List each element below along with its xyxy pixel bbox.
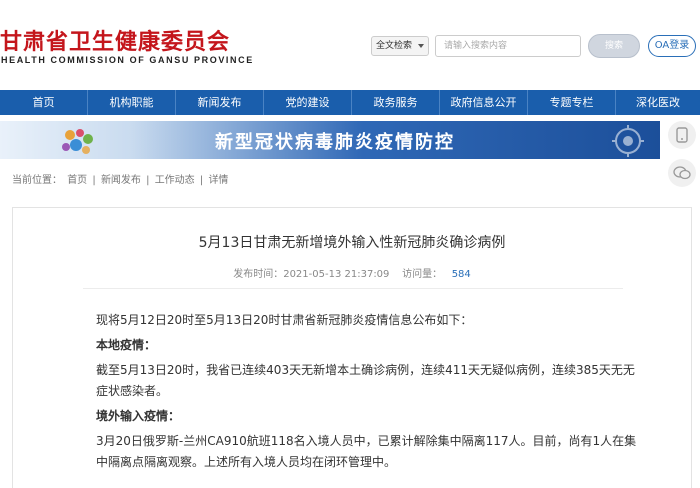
chevron-down-icon [418, 44, 424, 48]
breadcrumb-item-detail: 详情 [208, 175, 229, 186]
search-button[interactable]: 搜索 [588, 34, 640, 58]
article-body: 现将5月12日20时至5月13日20时甘肃省新冠肺炎疫情信息公布如下： 本地疫情… [84, 310, 642, 473]
site-header: 甘肃省卫生健康委员会 HEALTH COMMISSION OF GANSU PR… [0, 0, 700, 90]
nav-item-functions[interactable]: 机构职能 [88, 90, 176, 115]
nav-item-reform[interactable]: 深化医改 [616, 90, 700, 115]
site-logo-en: HEALTH COMMISSION OF GANSU PROVINCE [1, 55, 254, 65]
search-input[interactable]: 请输入搜索内容 [435, 35, 581, 57]
breadcrumb-item-home[interactable]: 首页 [67, 175, 87, 186]
site-logo-cn[interactable]: 甘肃省卫生健康委员会 [0, 24, 230, 56]
nav-item-topics[interactable]: 专题专栏 [528, 90, 616, 115]
imported-text: 3月20日俄罗斯-兰州CA910航班118名入境人员中，已累计解除集中隔离117… [96, 434, 637, 469]
breadcrumb-separator: | [199, 175, 204, 186]
virus-illustration-icon [62, 129, 93, 154]
virus-decoration-icon [612, 125, 644, 157]
nav-item-party[interactable]: 党的建设 [264, 90, 352, 115]
local-heading: 本地疫情： [96, 338, 157, 352]
wechat-icon[interactable] [668, 159, 696, 187]
article-intro: 现将5月12日20时至5月13日20时甘肃省新冠肺炎疫情信息公布如下： [96, 313, 473, 327]
local-text: 截至5月13日20时，我省已连续403天无新增本土确诊病例，连续411天无疑似病… [96, 363, 635, 398]
publish-time: 2021-05-13 21:37:09 [283, 269, 390, 280]
breadcrumb-separator: | [146, 175, 150, 186]
views-count: 584 [451, 269, 471, 280]
nav-item-gov-info[interactable]: 政府信息公开 [440, 90, 528, 115]
search-scope-select[interactable]: 全文检索 [371, 36, 429, 56]
nav-item-services[interactable]: 政务服务 [352, 90, 440, 115]
nav-item-news[interactable]: 新闻发布 [176, 90, 264, 115]
breadcrumb-item-work[interactable]: 工作动态 [155, 175, 195, 186]
publish-label: 发布时间： [233, 269, 284, 280]
side-share-bar [664, 121, 700, 197]
covid-banner[interactable]: 新型冠状病毒肺炎疫情防控 [0, 121, 660, 159]
article-meta: 发布时间：2021-05-13 21:37:09 访问量： 584 [13, 265, 691, 280]
breadcrumb: 当前位置： 首页 | 新闻发布 | 工作动态 | 详情 [12, 171, 230, 186]
search-scope-label: 全文检索 [376, 41, 413, 51]
mobile-icon[interactable] [668, 121, 696, 149]
article-title: 5月13日甘肃无新增境外输入性新冠肺炎确诊病例 [198, 235, 506, 251]
nav-item-home[interactable]: 首页 [0, 90, 88, 115]
views-label: 访问量： [402, 269, 443, 280]
article-panel: 5月13日甘肃无新增境外输入性新冠肺炎确诊病例 发布时间：2021-05-13 … [12, 207, 692, 488]
breadcrumb-separator: | [92, 175, 96, 186]
breadcrumb-prefix: 当前位置： [12, 175, 62, 186]
breadcrumb-item-news[interactable]: 新闻发布 [101, 175, 141, 186]
main-nav: 首页 机构职能 新闻发布 党的建设 政务服务 政府信息公开 专题专栏 深化医改 [0, 90, 700, 115]
oa-login-button[interactable]: OA登录 [648, 35, 696, 57]
title-divider [83, 288, 623, 289]
imported-heading: 境外输入疫情： [96, 409, 181, 423]
banner-title: 新型冠状病毒肺炎疫情防控 [215, 132, 455, 153]
